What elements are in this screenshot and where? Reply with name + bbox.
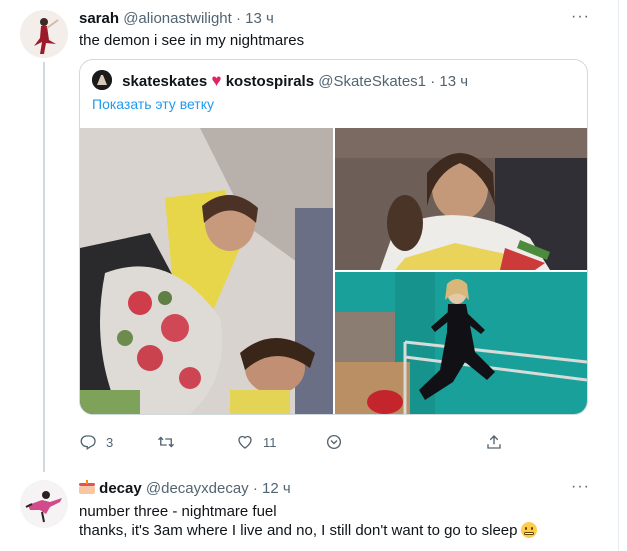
quoted-tweet[interactable]: skateskates ♥ kostospirals @SkateSkates1… <box>79 59 588 415</box>
quoted-avatar-image <box>92 70 112 90</box>
tweet-header: sarah @alionastwilight · 13 ч <box>79 9 274 29</box>
photo-3-image <box>335 272 587 414</box>
tweet-text: the demon i see in my nightmares <box>79 32 305 49</box>
tweet-sarah[interactable]: sarah @alionastwilight · 13 ч ··· the de… <box>0 0 619 472</box>
reply-icon <box>80 435 96 450</box>
tweet-text-line-2: thanks, it's 3am where I live and no, I … <box>79 521 538 541</box>
quoted-display-name-2[interactable]: kostospirals <box>226 73 314 90</box>
timestamp[interactable]: 12 ч <box>262 480 291 497</box>
separator: · <box>236 10 241 27</box>
bookmark-button[interactable] <box>325 430 343 454</box>
display-name[interactable]: decay <box>99 480 142 497</box>
photo-grid <box>80 128 587 414</box>
timestamp[interactable]: 13 ч <box>245 10 274 27</box>
tweet-text-line-1: number three - nightmare fuel <box>79 503 277 520</box>
display-name[interactable]: sarah <box>79 10 119 27</box>
reply-count: 3 <box>106 434 114 450</box>
avatar-image <box>20 10 68 58</box>
photo-2-image <box>335 128 587 270</box>
tweet-actions: 3 11 <box>79 430 509 454</box>
quoted-handle: @SkateSkates1 <box>318 73 427 90</box>
like-button[interactable]: 11 <box>236 430 277 454</box>
avatar[interactable] <box>20 10 68 58</box>
heart-emoji: ♥ <box>211 71 222 90</box>
like-count: 11 <box>263 434 277 450</box>
share-button[interactable] <box>485 430 503 454</box>
photo-2[interactable] <box>335 128 587 270</box>
photo-3[interactable] <box>335 272 587 414</box>
photo-1-image <box>80 128 333 414</box>
quoted-tweet-header: skateskates ♥ kostospirals @SkateSkates1… <box>92 70 468 92</box>
share-icon <box>487 435 501 449</box>
tweet-header: decay @decayxdecay · 12 ч <box>79 479 291 499</box>
cake-emoji <box>79 480 95 494</box>
like-icon <box>238 435 252 449</box>
separator: · <box>252 480 258 497</box>
retweet-button[interactable] <box>157 430 175 454</box>
quoted-separator: · <box>430 73 436 90</box>
user-handle[interactable]: @alionastwilight <box>123 10 232 27</box>
grimace-emoji <box>521 522 538 538</box>
tweet-decay[interactable]: decay @decayxdecay · 12 ч ··· number thr… <box>0 472 619 551</box>
user-handle[interactable]: @decayxdecay <box>146 480 249 497</box>
reply-button[interactable]: 3 <box>79 430 113 454</box>
retweet-icon <box>158 436 174 448</box>
bookmark-icon <box>326 434 342 450</box>
tweet-text-line-2-content: thanks, it's 3am where I live and no, I … <box>79 522 518 539</box>
more-icon[interactable]: ··· <box>571 8 590 26</box>
avatar-image <box>20 480 68 528</box>
more-icon[interactable]: ··· <box>571 478 590 496</box>
quoted-timestamp: 13 ч <box>439 73 469 90</box>
avatar[interactable] <box>20 480 68 528</box>
quoted-avatar[interactable] <box>92 70 112 90</box>
quoted-display-name[interactable]: skateskates <box>122 73 207 90</box>
show-thread-link[interactable]: Показать эту ветку <box>92 96 214 112</box>
thread-line <box>43 62 45 472</box>
photo-1[interactable] <box>80 128 333 414</box>
